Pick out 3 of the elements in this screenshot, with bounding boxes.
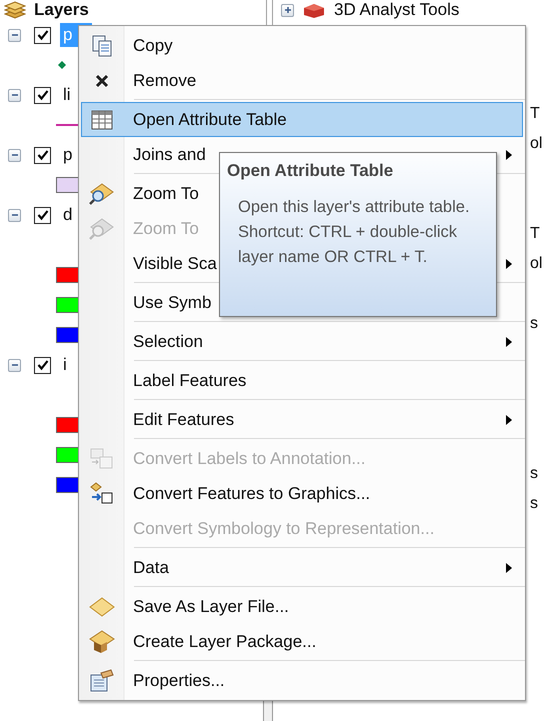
panel-title: Layers xyxy=(34,0,89,20)
tooltip-text: Open this layer's attribute table. Shortcut: CTRL + double-click layer name OR CTRL + T. xyxy=(238,197,471,268)
tooltip-title: Open Attribute Table xyxy=(227,161,394,181)
